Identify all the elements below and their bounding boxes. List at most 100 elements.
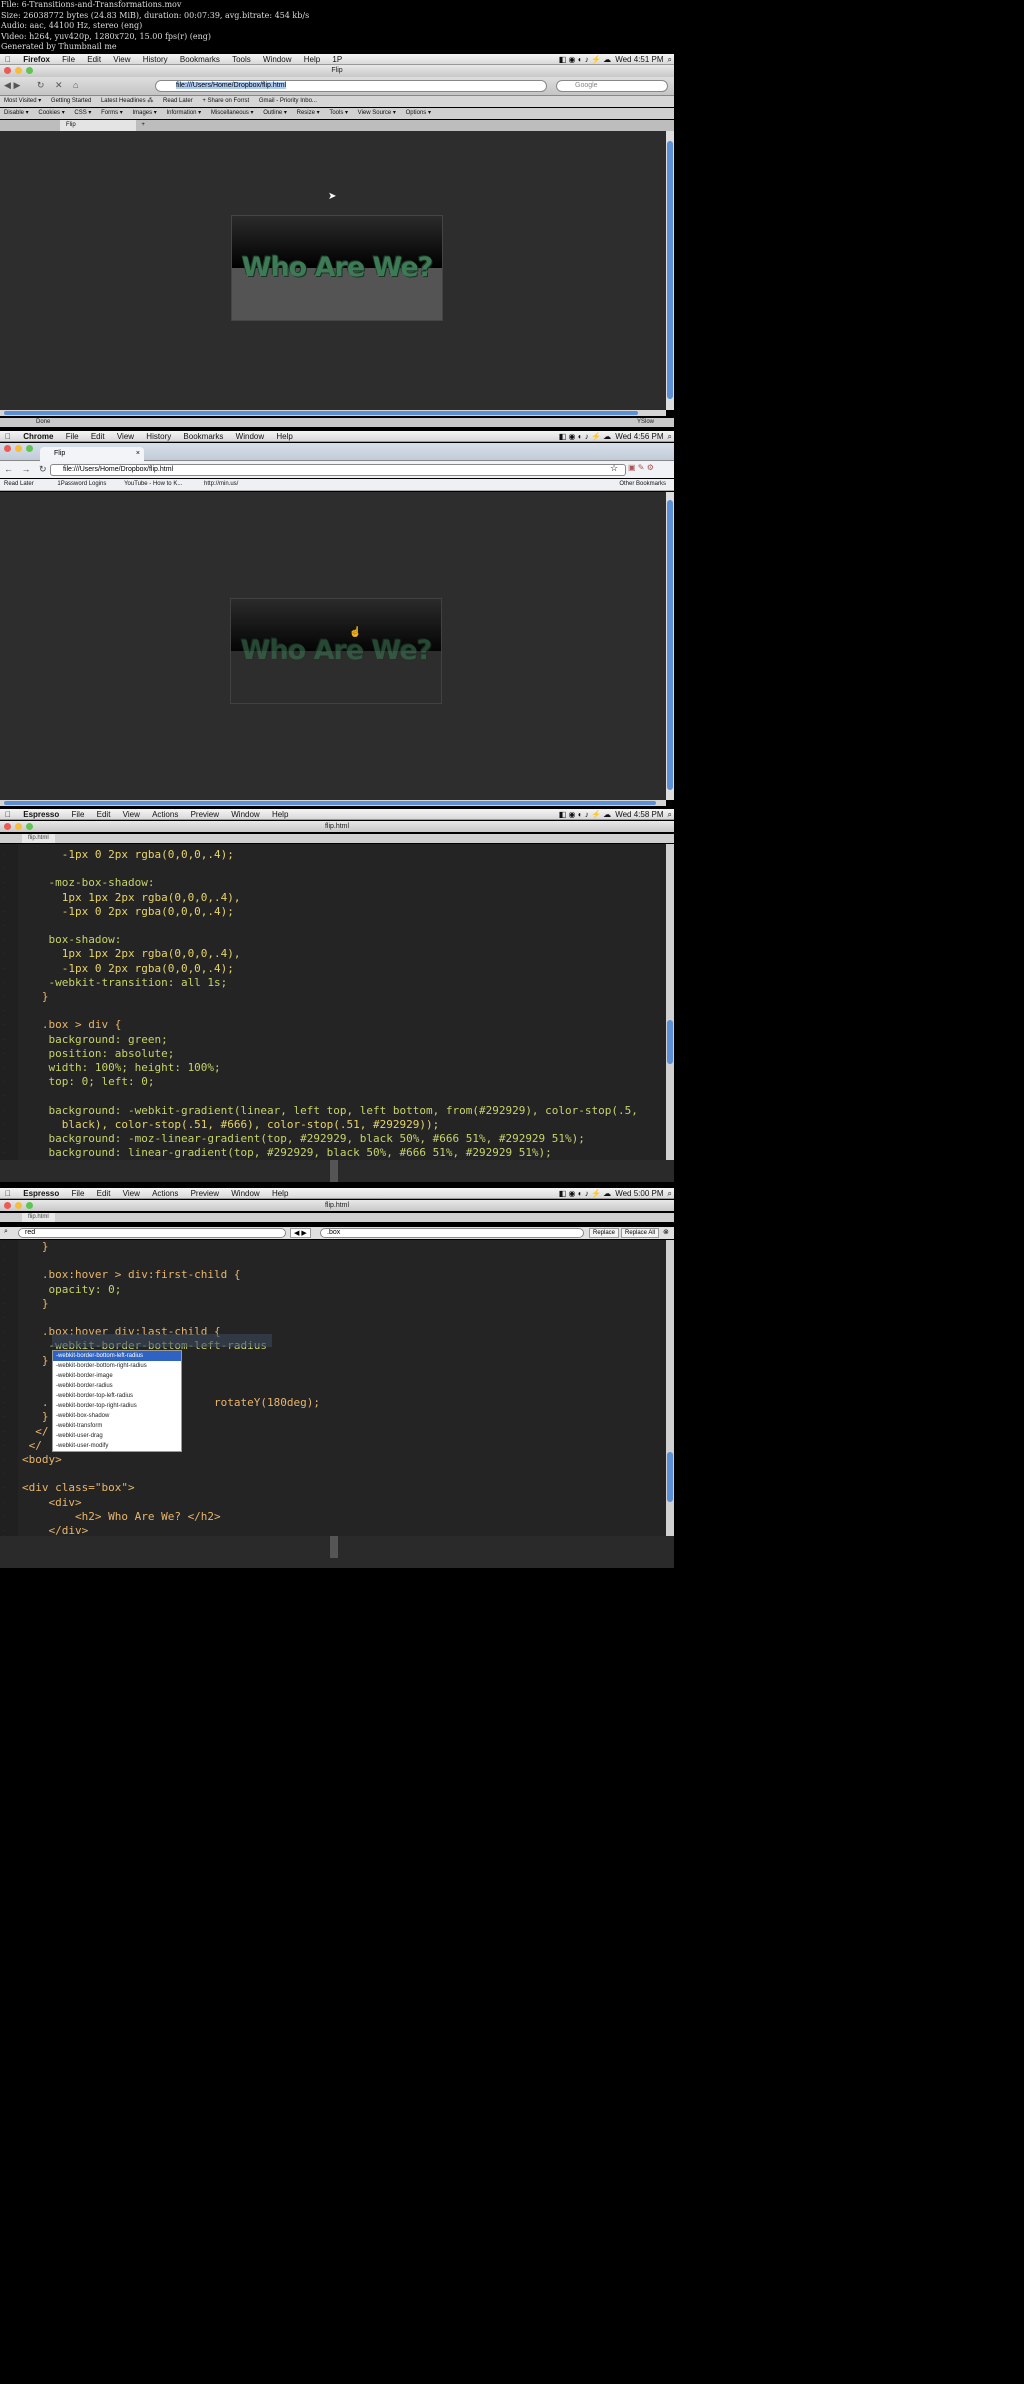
close-window-icon[interactable] xyxy=(4,445,11,452)
apple-icon[interactable]:  xyxy=(0,431,16,441)
menu-file[interactable]: File xyxy=(67,809,90,819)
split-handle[interactable] xyxy=(330,1160,338,1182)
vertical-scrollbar[interactable] xyxy=(666,492,674,800)
bookmark-item[interactable]: http://min.us/ xyxy=(200,479,242,490)
menu-tools[interactable]: Tools xyxy=(227,54,256,64)
menu-help[interactable]: Help xyxy=(271,431,297,441)
devbar-item[interactable]: Images ▾ xyxy=(128,108,160,119)
app-menu[interactable]: Firefox xyxy=(18,54,55,64)
devbar-item[interactable]: Tools ▾ xyxy=(325,108,352,119)
devbar-item[interactable]: Forms ▾ xyxy=(97,108,127,119)
autocomplete-item[interactable]: -webkit-box-shadow xyxy=(53,1411,181,1421)
autocomplete-item[interactable]: -webkit-border-bottom-left-radius xyxy=(53,1351,181,1361)
autocomplete-item[interactable]: -webkit-border-image xyxy=(53,1371,181,1381)
close-window-icon[interactable] xyxy=(4,1202,11,1209)
reload-icon[interactable]: ↻ xyxy=(37,80,45,90)
tab-flip-html[interactable]: flip.html xyxy=(22,834,55,843)
code-editor[interactable]: · -1px 0 2px rgba(0,0,0,.4); · · -moz-box-… xyxy=(0,844,666,1160)
menu-window[interactable]: Window xyxy=(226,809,264,819)
devbar-item[interactable]: Information ▾ xyxy=(162,108,205,119)
tab-flip[interactable]: Flip xyxy=(60,120,136,131)
close-window-icon[interactable] xyxy=(4,67,11,74)
replace-all-button[interactable]: Replace All xyxy=(621,1228,660,1238)
flip-box[interactable]: Who Are We? ☝ xyxy=(230,598,442,704)
vertical-scrollbar[interactable] xyxy=(666,1240,674,1536)
zoom-window-icon[interactable] xyxy=(26,823,33,830)
menu-edit[interactable]: Edit xyxy=(92,809,116,819)
other-bookmarks[interactable]: Other Bookmarks xyxy=(615,479,670,490)
bookmark-item[interactable]: 1Password Logins xyxy=(53,479,110,490)
bookmark-item[interactable]: Read Later xyxy=(0,479,38,490)
devbar-item[interactable]: Disable ▾ xyxy=(0,108,33,119)
app-menu[interactable]: Chrome xyxy=(18,431,58,441)
menu-view[interactable]: View xyxy=(112,431,139,441)
menu-file[interactable]: File xyxy=(61,431,84,441)
autocomplete-popup[interactable]: -webkit-border-bottom-left-radius -webkit… xyxy=(52,1350,182,1452)
menu-window[interactable]: Window xyxy=(258,54,296,64)
bookmark-item[interactable]: Read Later xyxy=(159,96,197,107)
menu-file[interactable]: File xyxy=(67,1188,90,1198)
close-window-icon[interactable] xyxy=(4,823,11,830)
menu-help[interactable]: Help xyxy=(267,1188,293,1198)
find-prev-next[interactable]: ◀ ▶ xyxy=(290,1228,311,1238)
minimize-window-icon[interactable] xyxy=(15,823,22,830)
forward-icon[interactable]: → xyxy=(22,464,31,474)
home-icon[interactable]: ⌂ xyxy=(73,80,78,90)
menu-view[interactable]: View xyxy=(118,809,145,819)
app-menu[interactable]: Espresso xyxy=(18,809,64,819)
menu-bookmarks[interactable]: Bookmarks xyxy=(178,431,228,441)
bookmark-item[interactable]: Getting Started xyxy=(47,96,95,107)
bookmark-item[interactable]: + Share on Forrst xyxy=(198,96,253,107)
horizontal-scrollbar[interactable] xyxy=(0,410,666,416)
new-tab-icon[interactable]: + xyxy=(137,120,149,131)
star-icon[interactable]: ☆ xyxy=(610,463,618,474)
autocomplete-item[interactable]: -webkit-user-modify xyxy=(53,1441,181,1451)
devbar-item[interactable]: Miscellaneous ▾ xyxy=(207,108,258,119)
find-input[interactable]: red xyxy=(18,1228,286,1238)
autocomplete-item[interactable]: -webkit-border-bottom-right-radius xyxy=(53,1361,181,1371)
extension-icons[interactable]: ▣ ✎ ⚙ xyxy=(628,463,654,472)
menu-preview[interactable]: Preview xyxy=(186,1188,224,1198)
split-handle[interactable] xyxy=(330,1536,338,1558)
forward-icon[interactable]: ▶ xyxy=(13,80,20,90)
yslow-label[interactable]: YSlow xyxy=(637,418,654,427)
menu-bookmarks[interactable]: Bookmarks xyxy=(175,54,225,64)
apple-icon[interactable]:  xyxy=(0,1188,16,1198)
search-input[interactable]: Google xyxy=(556,80,668,92)
apple-icon[interactable]:  xyxy=(0,54,16,64)
zoom-window-icon[interactable] xyxy=(26,445,33,452)
minimize-window-icon[interactable] xyxy=(15,1202,22,1209)
menu-window[interactable]: Window xyxy=(231,431,269,441)
menu-edit[interactable]: Edit xyxy=(92,1188,116,1198)
menu-help[interactable]: Help xyxy=(267,809,293,819)
tab-flip[interactable]: Flip × xyxy=(40,447,144,461)
menu-1p[interactable]: 1P xyxy=(327,54,347,64)
autocomplete-item[interactable]: -webkit-transform xyxy=(53,1421,181,1431)
menu-edit[interactable]: Edit xyxy=(86,431,110,441)
autocomplete-item[interactable]: -webkit-user-drag xyxy=(53,1431,181,1441)
url-input[interactable]: file:///Users/Home/Dropbox/flip.html xyxy=(155,80,547,92)
stop-icon[interactable]: ✕ xyxy=(55,80,63,90)
menu-help[interactable]: Help xyxy=(299,54,325,64)
replace-button[interactable]: Replace xyxy=(589,1228,620,1238)
bookmark-item[interactable]: YouTube - How to K... xyxy=(120,479,186,490)
back-icon[interactable]: ◀ xyxy=(4,80,11,90)
vertical-scrollbar[interactable] xyxy=(666,844,674,1160)
spotlight-icon[interactable]: ⌕ xyxy=(666,1188,674,1198)
menu-actions[interactable]: Actions xyxy=(147,809,183,819)
devbar-item[interactable]: Outline ▾ xyxy=(259,108,291,119)
menu-view[interactable]: View xyxy=(108,54,135,64)
menu-actions[interactable]: Actions xyxy=(147,1188,183,1198)
zoom-window-icon[interactable] xyxy=(26,1202,33,1209)
apple-icon[interactable]:  xyxy=(0,809,16,819)
autocomplete-item[interactable]: -webkit-border-top-right-radius xyxy=(53,1401,181,1411)
menu-edit[interactable]: Edit xyxy=(82,54,106,64)
bookmark-item[interactable]: Latest Headlines ⁂ xyxy=(97,96,157,107)
app-menu[interactable]: Espresso xyxy=(18,1188,64,1198)
spotlight-icon[interactable]: ⌕ xyxy=(666,431,674,441)
menu-file[interactable]: File xyxy=(57,54,80,64)
horizontal-scrollbar[interactable] xyxy=(0,800,666,806)
reload-icon[interactable]: ↻ xyxy=(39,464,47,474)
omnibox[interactable]: file:///Users/Home/Dropbox/flip.html xyxy=(50,464,626,476)
autocomplete-item[interactable]: -webkit-border-radius xyxy=(53,1381,181,1391)
